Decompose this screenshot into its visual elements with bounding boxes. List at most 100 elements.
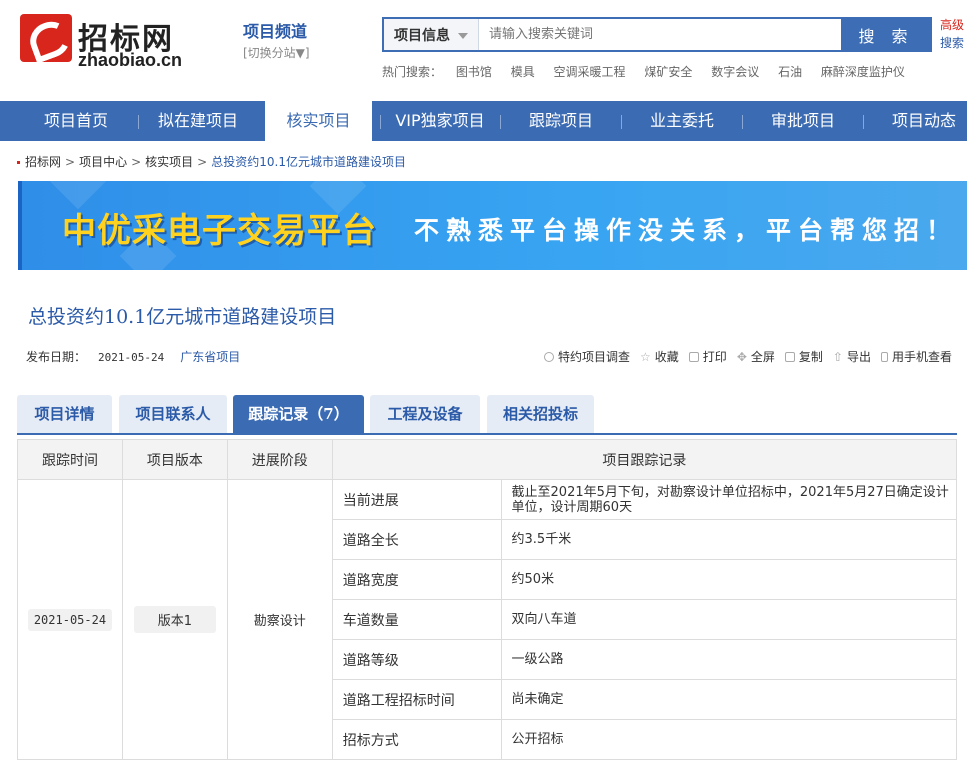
bullet-icon xyxy=(17,161,20,164)
hot-search-item[interactable]: 图书馆 xyxy=(456,65,492,79)
hot-search: 热门搜索： 图书馆 模具 空调采暖工程 煤矿安全 数字会议 石油 麻醉深度监护仪 xyxy=(382,63,920,80)
mobile-view-label: 用手机查看 xyxy=(892,348,952,365)
header: 招标网 zhaobiao.cn 项目频道 [切换分站▼] 项目信息 搜 索 高级… xyxy=(0,0,967,100)
nav-divider xyxy=(742,115,743,129)
search-category-label: 项目信息 xyxy=(394,25,450,45)
channel-title: 项目频道 xyxy=(243,18,310,42)
chevron-right-icon: > xyxy=(197,155,207,169)
advanced-search-link[interactable]: 高级 搜索 xyxy=(940,16,964,52)
export-icon: ⇧ xyxy=(833,351,843,363)
ad-banner[interactable]: 中优采电子交易平台 不熟悉平台操作没关系，平台帮您招！ xyxy=(18,181,967,270)
header-version: 项目版本 xyxy=(122,440,227,480)
tab-engineering-equipment[interactable]: 工程及设备 xyxy=(370,395,480,433)
nav-item-owner[interactable]: 业主委托 xyxy=(626,101,738,141)
breadcrumb-item[interactable]: 招标网 xyxy=(25,155,61,169)
search-icon xyxy=(544,352,554,362)
date-label: 发布日期： xyxy=(26,350,86,364)
nav-item-approval[interactable]: 审批项目 xyxy=(747,101,859,141)
chevron-right-icon: > xyxy=(131,155,141,169)
nav-divider xyxy=(500,115,501,129)
tab-related-tenders[interactable]: 相关招投标 xyxy=(487,395,594,433)
advanced-search-label-1: 高级 xyxy=(940,16,964,34)
nav-item-planned[interactable]: 拟在建项目 xyxy=(142,101,254,141)
export-button[interactable]: ⇧ 导出 xyxy=(833,348,871,365)
breadcrumb-item[interactable]: 核实项目 xyxy=(145,155,193,169)
nav-divider xyxy=(621,115,622,129)
search-category-select[interactable]: 项目信息 xyxy=(384,19,479,50)
print-label: 打印 xyxy=(703,348,727,365)
project-title: 总投资约10.1亿元城市道路建设项目 xyxy=(28,302,336,329)
copy-icon xyxy=(785,352,795,362)
breadcrumb: 招标网 > 项目中心 > 核实项目 > 总投资约10.1亿元城市道路建设项目 xyxy=(17,153,406,170)
nav-item-verified[interactable]: 核实项目 xyxy=(265,98,372,141)
banner-stripe xyxy=(18,181,22,270)
tab-project-details[interactable]: 项目详情 xyxy=(17,395,112,433)
header-records: 项目跟踪记录 xyxy=(332,440,956,480)
print-button[interactable]: 打印 xyxy=(689,348,727,365)
phone-icon xyxy=(881,352,888,362)
nav-item-vip[interactable]: VIP独家项目 xyxy=(384,101,496,141)
search-input[interactable] xyxy=(479,19,841,50)
search-box: 项目信息 搜 索 xyxy=(382,17,932,52)
breadcrumb-item[interactable]: 项目中心 xyxy=(79,155,127,169)
export-label: 导出 xyxy=(847,348,871,365)
mobile-view-button[interactable]: 用手机查看 xyxy=(881,348,952,365)
nav-item-news[interactable]: 项目动态 xyxy=(868,101,967,141)
header-stage: 进展阶段 xyxy=(227,440,332,480)
banner-title: 中优采电子交易平台 xyxy=(62,203,377,252)
switch-site-link[interactable]: [切换分站▼] xyxy=(243,44,310,61)
hot-search-item[interactable]: 数字会议 xyxy=(711,65,759,79)
tab-project-contacts[interactable]: 项目联系人 xyxy=(119,395,227,433)
hot-search-label: 热门搜索： xyxy=(382,65,442,79)
survey-button[interactable]: 特约项目调查 xyxy=(544,348,630,365)
banner-subtitle: 不熟悉平台操作没关系，平台帮您招！ xyxy=(414,211,958,247)
track-date-cell: 2021-05-24 xyxy=(18,480,123,760)
record-key: 当前进展 xyxy=(332,480,501,520)
nav-divider xyxy=(380,115,381,129)
toolbar: 特约项目调查 ☆ 收藏 打印 ✥ 全屏 复制 ⇧ 导出 用手机查看 xyxy=(544,348,952,365)
header-track-time: 跟踪时间 xyxy=(18,440,123,480)
logo-mark-icon xyxy=(20,14,72,62)
hot-search-item[interactable]: 石油 xyxy=(778,65,802,79)
stage-cell: 勘察设计 xyxy=(227,480,332,760)
breadcrumb-current: 总投资约10.1亿元城市道路建设项目 xyxy=(211,155,406,169)
record-key: 车道数量 xyxy=(332,600,501,640)
record-value: 约50米 xyxy=(501,560,956,600)
version-badge: 版本1 xyxy=(134,606,216,633)
project-meta: 发布日期： 2021-05-24 广东省项目 xyxy=(26,348,240,365)
province-link[interactable]: 广东省项目 xyxy=(180,350,240,364)
version-cell: 版本1 xyxy=(122,480,227,760)
copy-button[interactable]: 复制 xyxy=(785,348,823,365)
record-key: 道路全长 xyxy=(332,520,501,560)
search-button[interactable]: 搜 索 xyxy=(841,18,931,51)
star-icon: ☆ xyxy=(640,351,651,363)
table-header-row: 跟踪时间 项目版本 进展阶段 项目跟踪记录 xyxy=(18,440,957,480)
main-nav: 项目首页 拟在建项目 核实项目 VIP独家项目 跟踪项目 业主委托 审批项目 项… xyxy=(0,101,967,141)
publish-date: 2021-05-24 xyxy=(98,351,164,364)
record-value: 约3.5千米 xyxy=(501,520,956,560)
record-key: 招标方式 xyxy=(332,720,501,760)
copy-label: 复制 xyxy=(799,348,823,365)
chevron-right-icon: > xyxy=(65,155,75,169)
site-logo[interactable]: 招标网 zhaobiao.cn xyxy=(20,14,200,70)
favorite-button[interactable]: ☆ 收藏 xyxy=(640,348,679,365)
nav-item-tracking[interactable]: 跟踪项目 xyxy=(505,101,617,141)
move-icon: ✥ xyxy=(737,351,747,363)
favorite-label: 收藏 xyxy=(655,348,679,365)
track-date: 2021-05-24 xyxy=(28,609,112,631)
record-value: 公开招标 xyxy=(501,720,956,760)
nav-item-home[interactable]: 项目首页 xyxy=(20,101,132,141)
nav-divider xyxy=(863,115,864,129)
record-value: 双向八车道 xyxy=(501,600,956,640)
hot-search-item[interactable]: 空调采暖工程 xyxy=(554,65,626,79)
tracking-table: 跟踪时间 项目版本 进展阶段 项目跟踪记录 2021-05-24 版本1 勘察设… xyxy=(17,439,957,760)
record-key: 道路宽度 xyxy=(332,560,501,600)
record-value: 尚未确定 xyxy=(501,680,956,720)
hot-search-item[interactable]: 模具 xyxy=(511,65,535,79)
nav-divider xyxy=(138,115,139,129)
hot-search-item[interactable]: 煤矿安全 xyxy=(644,65,692,79)
fullscreen-button[interactable]: ✥ 全屏 xyxy=(737,348,775,365)
hot-search-item[interactable]: 麻醉深度监护仪 xyxy=(821,65,905,79)
tab-tracking-records[interactable]: 跟踪记录（7） xyxy=(233,395,364,433)
fullscreen-label: 全屏 xyxy=(751,348,775,365)
